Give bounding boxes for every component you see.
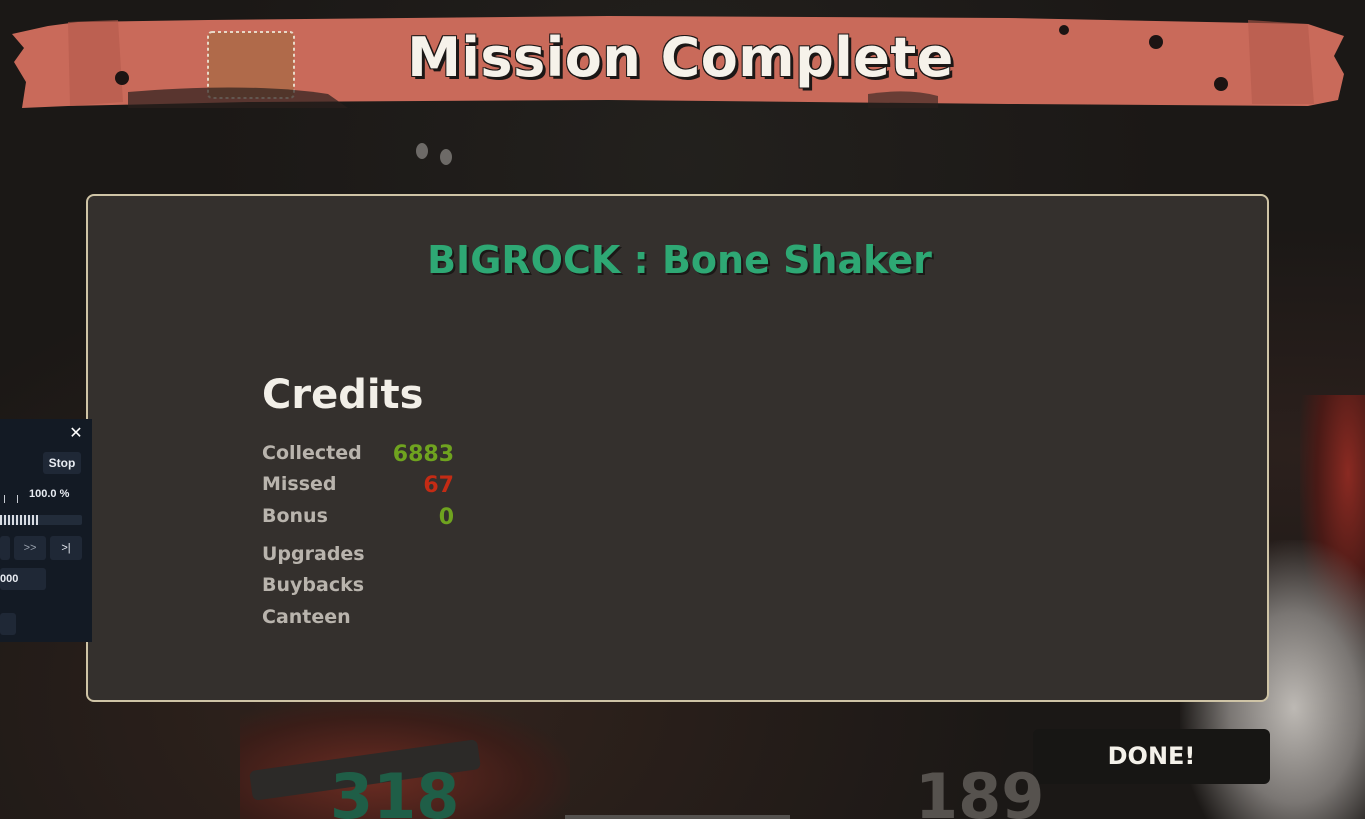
credits-row-label: Upgrades: [262, 543, 365, 565]
credits-row-bonus: Bonus 0: [262, 505, 454, 533]
skip-to-end-button[interactable]: >|: [50, 536, 82, 560]
credits-row-value: 67: [423, 473, 454, 498]
team-score-left: 318: [330, 760, 460, 819]
playback-control-panel: ✕ Stop 100.0 % >> >| 000: [0, 419, 92, 642]
credits-row-label: Buybacks: [262, 574, 365, 596]
close-icon[interactable]: ✕: [67, 425, 85, 443]
team-score-right: 189: [915, 760, 1045, 819]
credits-row-label: Collected: [262, 442, 362, 464]
stop-button[interactable]: Stop: [43, 452, 81, 474]
background-lights: [416, 143, 456, 167]
credits-row-buybacks: Buybacks: [262, 574, 454, 602]
banner-title: Mission Complete: [407, 26, 954, 89]
credits-row-label: Canteen: [262, 606, 351, 628]
playback-progress-bar[interactable]: [0, 515, 82, 525]
credits-row-upgrades: Upgrades: [262, 543, 454, 571]
bottom-bar: [565, 815, 790, 819]
speed-readout: 100.0 %: [29, 488, 70, 500]
mission-summary-panel: BIGROCK : Bone Shaker Credits Collected …: [86, 194, 1269, 702]
credits-heading: Credits: [262, 372, 424, 418]
done-button[interactable]: DONE!: [1033, 729, 1270, 784]
mission-title: BIGROCK : Bone Shaker: [427, 238, 932, 282]
credits-row-collected: Collected 6883: [262, 442, 454, 470]
frame-input[interactable]: 000: [0, 568, 46, 590]
speed-slider[interactable]: [4, 495, 18, 503]
credits-row-label: Bonus: [262, 505, 328, 527]
credits-row-label: Missed: [262, 473, 337, 495]
fast-forward-button[interactable]: >>: [14, 536, 46, 560]
game-screen: Mission Complete BIGROCK : Bone Shaker C…: [0, 0, 1365, 819]
credits-row-canteen: Canteen: [262, 606, 454, 634]
mission-complete-banner: Mission Complete: [8, 12, 1353, 108]
playback-progress-fill: [0, 515, 40, 525]
playback-option-button[interactable]: [0, 613, 16, 635]
credits-row-missed: Missed 67: [262, 473, 454, 501]
rewind-button[interactable]: [0, 536, 10, 560]
credits-row-value: 6883: [392, 442, 454, 467]
credits-row-value: 0: [438, 505, 454, 530]
